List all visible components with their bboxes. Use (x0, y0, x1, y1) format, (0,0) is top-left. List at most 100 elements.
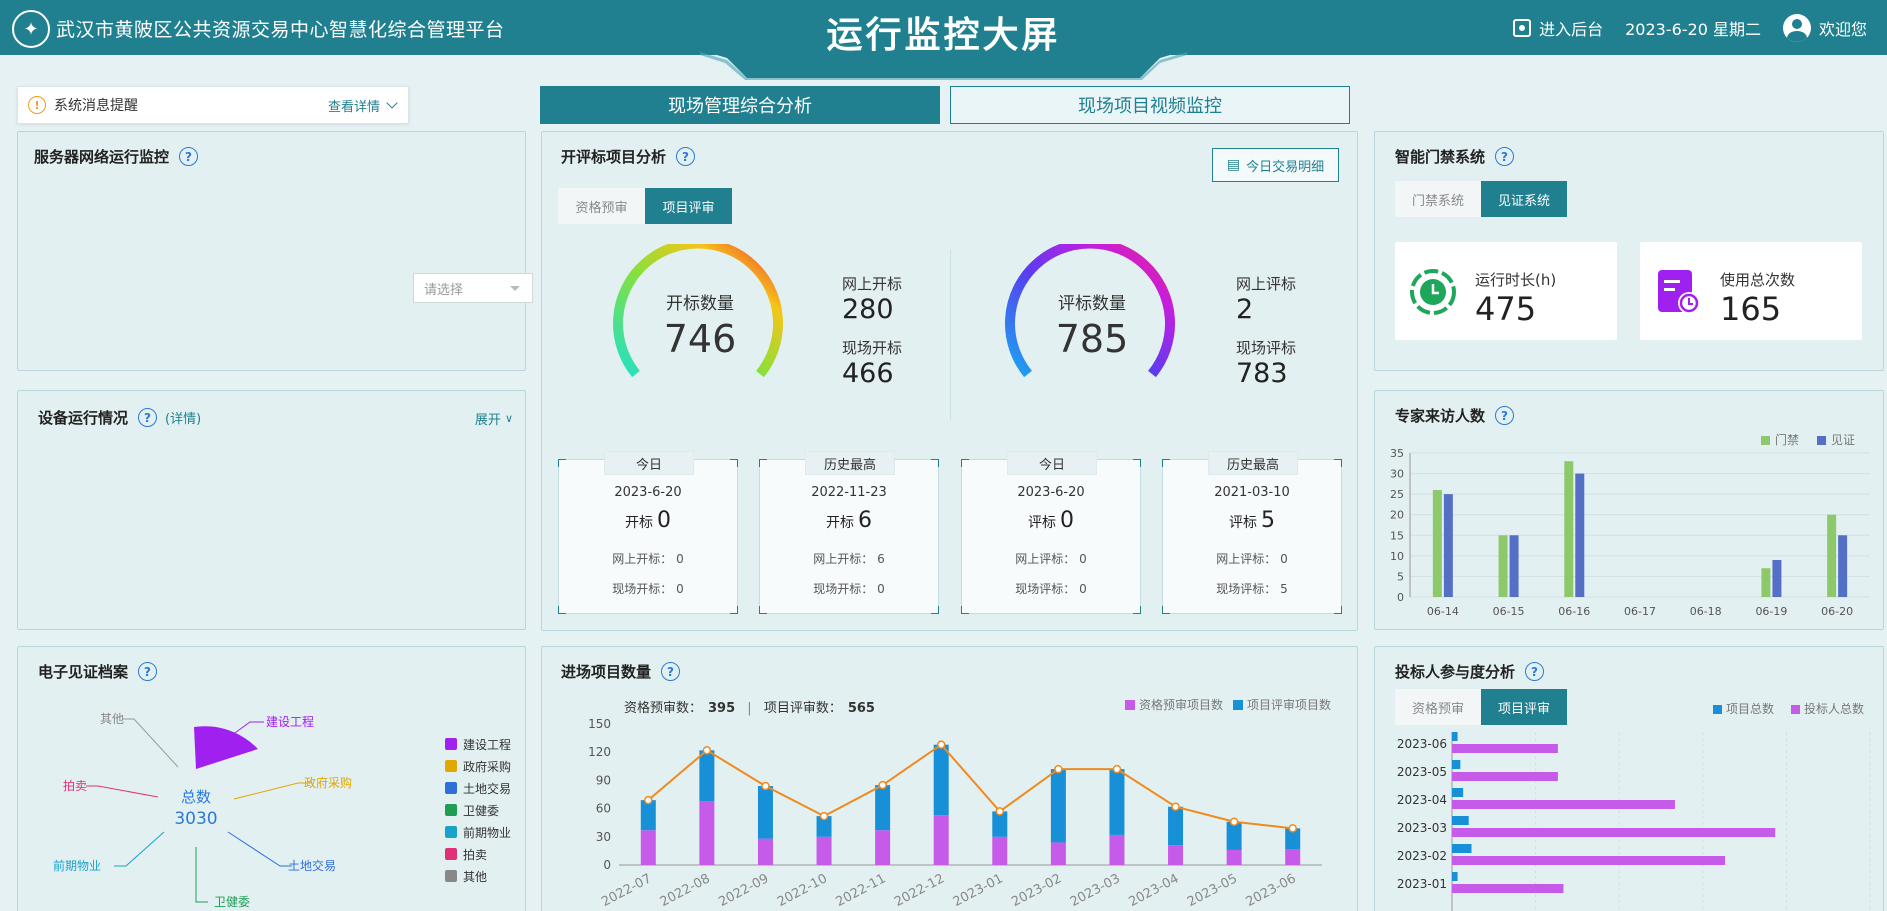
legend-item[interactable]: 土地交易 (445, 777, 511, 799)
bar-prequal[interactable] (640, 830, 656, 865)
server-select[interactable]: 请选择 (413, 273, 533, 303)
tab-project-review[interactable]: 项目评审 (645, 188, 732, 224)
x-tick-label: 2022-10 (775, 871, 830, 910)
legend-item[interactable]: 前期物业 (445, 821, 511, 843)
bar-见证[interactable] (1838, 535, 1848, 597)
bar-prequal[interactable] (1168, 845, 1184, 865)
bar-review[interactable] (933, 744, 949, 816)
line-point[interactable] (1171, 802, 1180, 811)
bar-prequal[interactable] (757, 838, 773, 865)
bar-prequal[interactable] (992, 836, 1008, 865)
x-tick-label: 2022-07 (599, 871, 654, 910)
bar-prequal[interactable] (1109, 834, 1125, 865)
bar-见证[interactable] (1509, 535, 1519, 597)
bar-门禁[interactable] (1564, 461, 1574, 597)
line-point[interactable] (761, 781, 770, 791)
tab-witness-system[interactable]: 见证系统 (1481, 181, 1567, 217)
x-tick-label: 2023-03 (1068, 871, 1123, 910)
tab-video-monitor[interactable]: 现场项目视频监控 (950, 86, 1350, 124)
line-point[interactable] (995, 807, 1005, 816)
legend-item[interactable]: 拍卖 (445, 843, 511, 865)
bar-bidder-total[interactable] (1452, 744, 1558, 753)
device-detail-link[interactable]: (详情) (165, 408, 201, 427)
bar-bidder-total[interactable] (1452, 856, 1726, 865)
tab-access-system[interactable]: 门禁系统 (1395, 181, 1481, 217)
help-icon[interactable]: ? (179, 147, 199, 166)
card-value: 0 (1060, 508, 1074, 533)
bar-review[interactable] (699, 750, 715, 802)
bar-prequal[interactable] (933, 815, 949, 865)
bar-bidder-total[interactable] (1452, 772, 1558, 781)
label-tudi: 土地交易 (288, 858, 336, 873)
rose-slice-jianshe[interactable] (194, 726, 258, 769)
bar-project-total[interactable] (1452, 844, 1472, 853)
help-icon[interactable]: ? (1495, 147, 1515, 166)
y-tick-label: 35 (1390, 447, 1404, 460)
card-value: 6 (858, 508, 872, 533)
legend-item[interactable]: 政府采购 (445, 755, 511, 777)
bar-review[interactable] (1050, 769, 1066, 843)
bar-门禁[interactable] (1432, 490, 1442, 597)
bar-见证[interactable] (1575, 473, 1585, 597)
line-point[interactable] (644, 795, 653, 805)
bar-prequal[interactable] (875, 830, 891, 865)
line-point[interactable] (1229, 817, 1239, 827)
evidence-legend: 建设工程 政府采购 土地交易 卫健委 前期物业 拍卖 其他 (445, 733, 511, 887)
legend-swatch (1791, 705, 1800, 714)
legend-swatch (1233, 700, 1243, 710)
bar-prequal[interactable] (816, 836, 832, 865)
tab-site-analysis[interactable]: 现场管理综合分析 (540, 86, 940, 124)
y-tick-label: 0 (603, 858, 611, 872)
bar-prequal[interactable] (1226, 849, 1242, 865)
expand-button[interactable]: 展开 ∨ (475, 409, 513, 428)
user-menu[interactable]: 欢迎您 (1782, 14, 1867, 42)
today-detail-button[interactable]: ▤ 今日交易明细 (1212, 148, 1339, 182)
line-point[interactable] (702, 746, 712, 755)
bar-project-total[interactable] (1452, 816, 1469, 825)
bar-project-total[interactable] (1452, 788, 1464, 797)
bar-review[interactable] (640, 800, 656, 831)
tab-prequal[interactable]: 资格预审 (558, 188, 645, 224)
bar-bidder-total[interactable] (1452, 828, 1776, 837)
total-line (647, 743, 1293, 830)
line-point[interactable] (819, 811, 829, 821)
bar-project-total[interactable] (1452, 732, 1458, 741)
line-point[interactable] (936, 740, 946, 749)
bar-门禁[interactable] (1827, 514, 1837, 597)
line-point[interactable] (1054, 764, 1063, 774)
bar-prequal[interactable] (699, 801, 715, 865)
card-online: 网上评标： 0 (1015, 552, 1087, 566)
bar-review[interactable] (1109, 769, 1125, 835)
y-tick-label: 30 (1390, 468, 1404, 481)
line-point[interactable] (1112, 764, 1122, 774)
evidence-panel: 电子见证档案? 建设工程 政府采购 土地交易 卫健委 前期物业 拍卖 其他 总数… (17, 646, 526, 911)
bar-project-total[interactable] (1452, 872, 1458, 881)
bar-review[interactable] (1168, 806, 1184, 846)
bar-见证[interactable] (1443, 494, 1453, 597)
bar-review[interactable] (875, 785, 891, 831)
bar-review[interactable] (757, 786, 773, 839)
bar-prequal[interactable] (1285, 849, 1301, 865)
review-count-value: 785 (1055, 317, 1129, 361)
card-online: 网上开标： 6 (813, 552, 885, 566)
bar-bidder-total[interactable] (1452, 884, 1564, 893)
legend-item[interactable]: 其他 (445, 865, 511, 887)
server-panel-title: 服务器网络运行监控? (34, 146, 199, 167)
bar-bidder-total[interactable] (1452, 800, 1675, 809)
bar-门禁[interactable] (1498, 535, 1508, 597)
legend-item[interactable]: 建设工程 (445, 733, 511, 755)
help-icon[interactable]: ? (676, 147, 696, 166)
card-onsite: 现场开标： 0 (612, 582, 684, 596)
backend-link[interactable]: 进入后台 (1513, 16, 1603, 40)
line-point[interactable] (1288, 824, 1297, 833)
bar-prequal[interactable] (1050, 842, 1066, 865)
message-bar[interactable]: ! 系统消息提醒 查看详情 (17, 86, 409, 124)
bar-门禁[interactable] (1761, 568, 1771, 597)
legend-item[interactable]: 卫健委 (445, 799, 511, 821)
help-icon[interactable]: ? (138, 408, 158, 427)
device-panel-title: 设备运行情况? (详情) (38, 407, 201, 428)
bar-project-total[interactable] (1452, 760, 1461, 769)
line-point[interactable] (878, 780, 887, 790)
view-detail-link[interactable]: 查看详情 (328, 96, 398, 115)
bar-见证[interactable] (1772, 559, 1782, 597)
